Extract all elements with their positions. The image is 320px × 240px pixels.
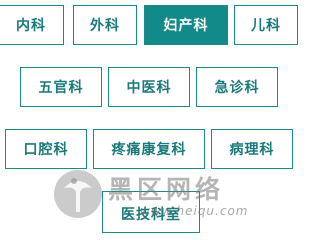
dept-button-internal-medicine[interactable]: 内科: [0, 5, 64, 45]
dept-button-label: 疼痛康复科: [111, 142, 187, 158]
dept-button-emergency[interactable]: 急诊科: [196, 67, 278, 107]
dept-button-label: 外科: [90, 18, 120, 34]
dept-button-label: 五官科: [38, 80, 84, 96]
dept-button-obstetrics-gynecology[interactable]: 妇产科: [144, 5, 228, 45]
dept-button-pain-rehab[interactable]: 疼痛康复科: [93, 129, 205, 169]
dept-button-label: 内科: [16, 18, 46, 34]
dept-button-label: 口腔科: [23, 142, 69, 158]
dept-button-label: 中医科: [126, 80, 172, 96]
dept-button-label: 儿科: [251, 18, 281, 34]
dept-button-stomatology[interactable]: 口腔科: [5, 129, 87, 169]
dept-button-label: 妇产科: [163, 18, 209, 34]
dept-button-label: 急诊科: [214, 80, 260, 96]
dept-button-pediatrics[interactable]: 儿科: [234, 5, 298, 45]
dept-button-ent[interactable]: 五官科: [20, 67, 102, 107]
dept-button-tcm[interactable]: 中医科: [108, 67, 190, 107]
watermark-title: 黑区网络: [108, 175, 225, 204]
dept-button-pathology[interactable]: 病理科: [211, 129, 293, 169]
watermark-logo-icon: [54, 170, 102, 218]
dept-button-label: 病理科: [229, 142, 275, 158]
watermark-url: www.heiqu.com: [140, 204, 249, 218]
dept-button-surgery[interactable]: 外科: [73, 5, 137, 45]
